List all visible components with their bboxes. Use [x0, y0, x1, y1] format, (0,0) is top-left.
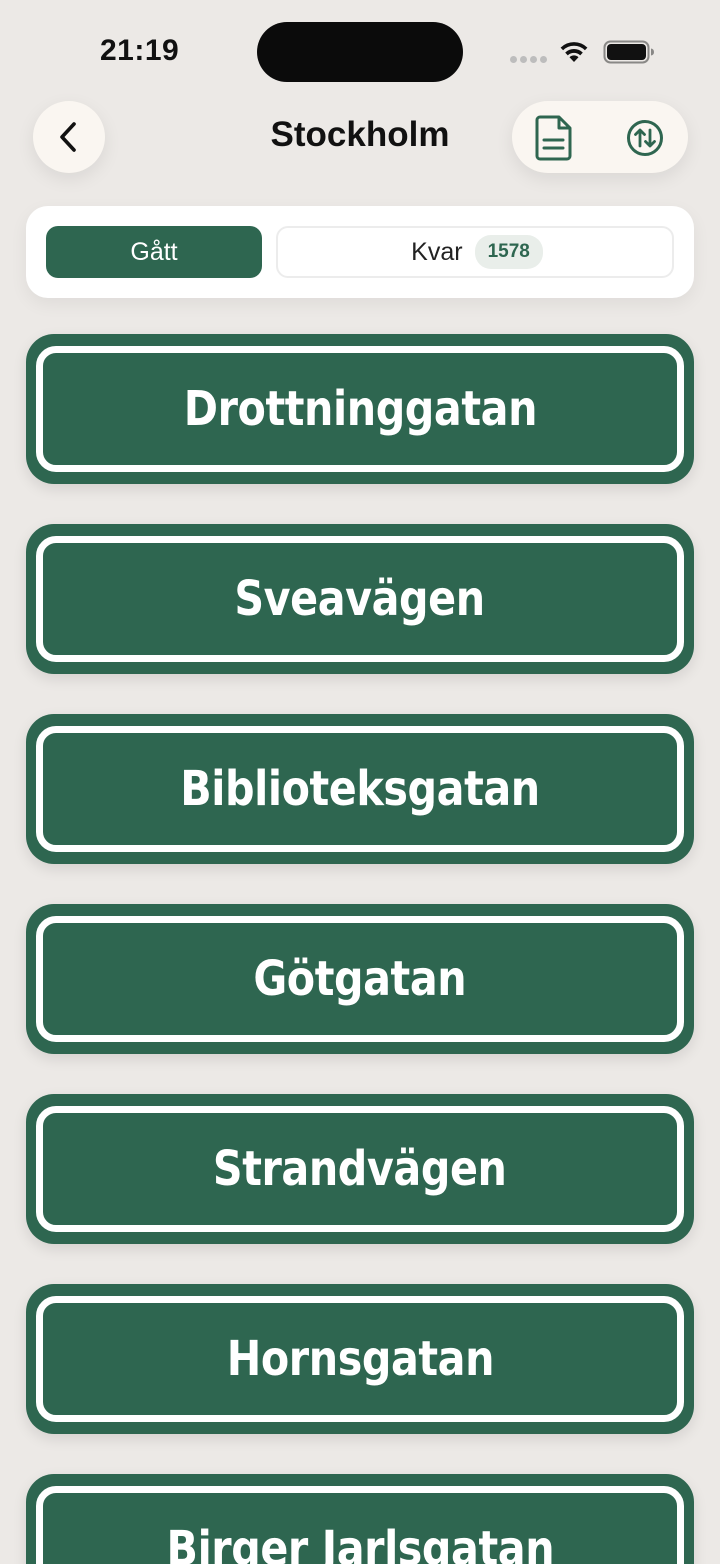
street-sign-border: Biblioteksgatan	[36, 726, 684, 852]
street-sign-border: Strandvägen	[36, 1106, 684, 1232]
street-name: Sveavägen	[234, 571, 486, 627]
street-sign[interactable]: Hornsgatan	[26, 1284, 694, 1434]
street-sign[interactable]: Strandvägen	[26, 1094, 694, 1244]
street-name: Drottninggatan	[183, 381, 537, 437]
street-sign[interactable]: Götgatan	[26, 904, 694, 1054]
street-sign-border: Götgatan	[36, 916, 684, 1042]
street-sign[interactable]: Birger Jarlsgatan	[26, 1474, 694, 1564]
street-sign-border: Sveavägen	[36, 536, 684, 662]
app-screen: 21:19 Stockholm Gått Kvar 1578 Drottning…	[0, 0, 720, 1564]
street-name: Strandvägen	[213, 1141, 507, 1197]
street-name: Hornsgatan	[226, 1331, 494, 1387]
street-list: Drottninggatan Sveavägen Biblioteksgatan…	[0, 0, 720, 1564]
street-name: Biblioteksgatan	[180, 761, 540, 817]
street-sign[interactable]: Biblioteksgatan	[26, 714, 694, 864]
street-sign-border: Birger Jarlsgatan	[36, 1486, 684, 1564]
street-name: Birger Jarlsgatan	[166, 1521, 554, 1564]
street-sign[interactable]: Drottninggatan	[26, 334, 694, 484]
street-sign-border: Drottninggatan	[36, 346, 684, 472]
street-sign-border: Hornsgatan	[36, 1296, 684, 1422]
street-name: Götgatan	[253, 951, 467, 1007]
street-sign[interactable]: Sveavägen	[26, 524, 694, 674]
